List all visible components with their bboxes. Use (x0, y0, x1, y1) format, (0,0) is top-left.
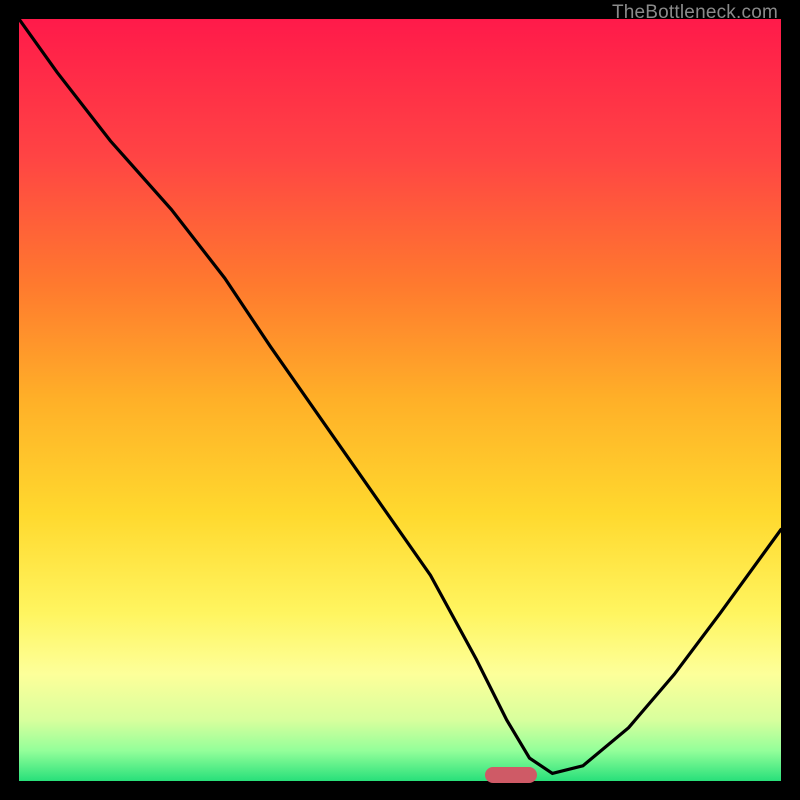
chart-container: TheBottleneck.com (0, 0, 800, 800)
watermark-text: TheBottleneck.com (612, 2, 778, 24)
optimal-range-marker (485, 767, 537, 783)
gradient-background (19, 19, 781, 781)
